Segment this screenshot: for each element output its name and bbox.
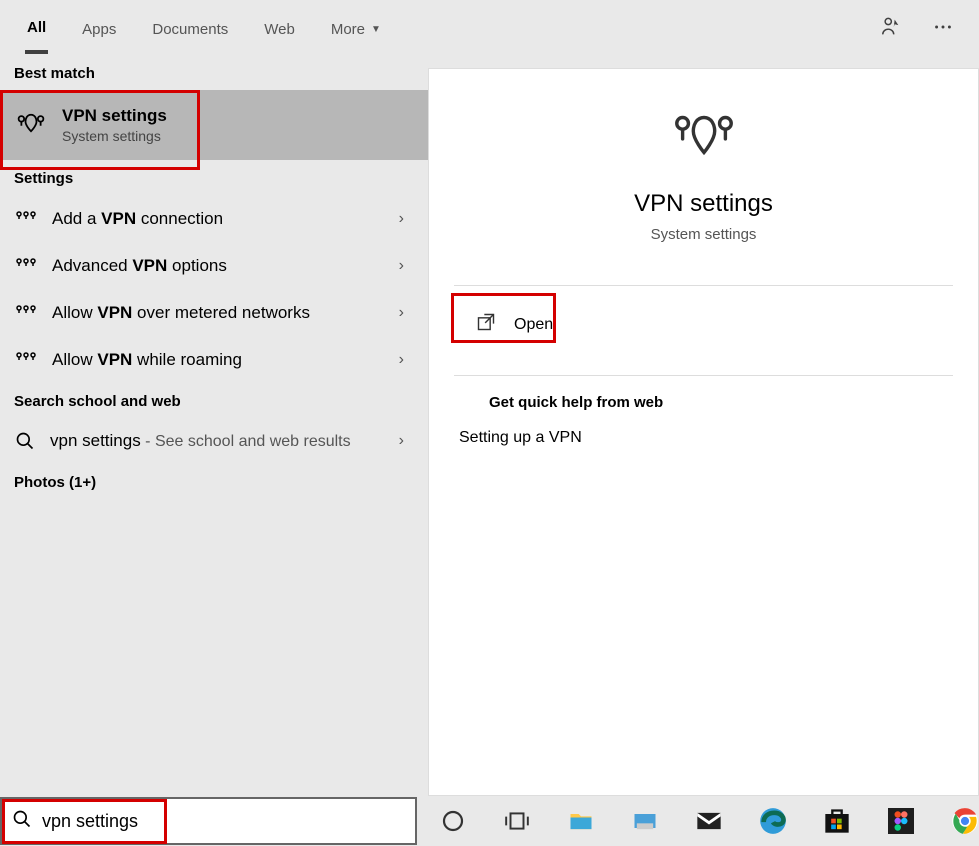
vpn-icon <box>14 112 48 139</box>
search-icon <box>12 809 32 834</box>
app-icon[interactable] <box>631 807 659 835</box>
result-label: Allow VPN while roaming <box>52 350 385 370</box>
taskbar <box>0 796 979 846</box>
search-input[interactable] <box>42 811 405 832</box>
chrome-icon[interactable] <box>951 807 979 835</box>
microsoft-store-icon[interactable] <box>823 807 851 835</box>
result-label: Add a VPN connection <box>52 209 385 229</box>
vpn-icon <box>669 148 739 165</box>
feedback-icon[interactable] <box>880 16 902 43</box>
section-search-web: Search school and web <box>0 383 428 418</box>
tab-more-label: More <box>331 21 365 38</box>
settings-result-add-vpn[interactable]: Add a VPN connection › <box>0 195 428 242</box>
settings-result-vpn-metered[interactable]: Allow VPN over metered networks › <box>0 289 428 336</box>
tab-web[interactable]: Web <box>262 3 297 52</box>
edge-icon[interactable] <box>759 807 787 835</box>
best-match-subtitle: System settings <box>62 128 167 144</box>
section-photos: Photos (1+) <box>0 464 428 499</box>
open-button[interactable]: Open <box>454 296 953 353</box>
vpn-icon <box>14 348 38 371</box>
result-label: Allow VPN over metered networks <box>52 303 385 323</box>
task-view-icon[interactable] <box>503 807 531 835</box>
overflow-icon[interactable] <box>932 16 954 43</box>
file-explorer-icon[interactable] <box>567 807 595 835</box>
section-settings: Settings <box>0 160 428 195</box>
best-match-title: VPN settings <box>62 106 167 126</box>
search-filter-tabs: All Apps Documents Web More ▼ <box>0 0 979 55</box>
chevron-right-icon: › <box>399 257 414 275</box>
preview-title: VPN settings <box>449 190 958 218</box>
result-label: Advanced VPN options <box>52 256 385 276</box>
tab-apps[interactable]: Apps <box>80 3 118 52</box>
vpn-icon <box>14 207 38 230</box>
cortana-icon[interactable] <box>439 807 467 835</box>
open-external-icon <box>476 312 496 337</box>
preview-panel: VPN settings System settings Open Get qu… <box>428 68 979 796</box>
tab-documents[interactable]: Documents <box>150 3 230 52</box>
chevron-right-icon: › <box>399 351 414 369</box>
chevron-right-icon: › <box>399 304 414 322</box>
chevron-right-icon: › <box>399 210 414 228</box>
tab-more[interactable]: More ▼ <box>329 3 383 52</box>
quick-help-link[interactable]: Setting up a VPN <box>429 421 978 455</box>
vpn-icon <box>14 254 38 277</box>
section-best-match: Best match <box>0 55 428 90</box>
best-match-result[interactable]: VPN settings System settings <box>0 90 428 160</box>
quick-help-header: Get quick help from web <box>429 376 978 421</box>
settings-result-advanced-vpn[interactable]: Advanced VPN options › <box>0 242 428 289</box>
figma-icon[interactable] <box>887 807 915 835</box>
settings-result-vpn-roaming[interactable]: Allow VPN while roaming › <box>0 336 428 383</box>
mail-icon[interactable] <box>695 807 723 835</box>
web-search-result[interactable]: vpn settings - See school and web result… <box>0 418 428 464</box>
result-label: vpn settings - See school and web result… <box>50 431 385 451</box>
chevron-right-icon: › <box>399 432 414 450</box>
vpn-icon <box>14 301 38 324</box>
taskbar-search-box[interactable] <box>0 797 417 845</box>
divider <box>454 285 953 286</box>
preview-subtitle: System settings <box>449 226 958 243</box>
tab-all[interactable]: All <box>25 1 48 54</box>
results-panel: Best match VPN settings System settings … <box>0 55 428 796</box>
open-label: Open <box>514 316 553 334</box>
search-icon <box>14 430 36 452</box>
chevron-down-icon: ▼ <box>371 24 381 35</box>
